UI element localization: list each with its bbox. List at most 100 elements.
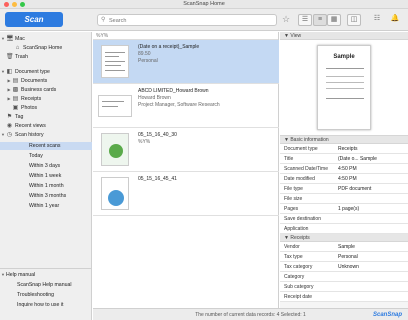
sidebar-label: Receipts bbox=[21, 96, 42, 102]
property-row[interactable]: Document type Receipts bbox=[280, 144, 408, 154]
property-value[interactable]: Personal bbox=[335, 252, 408, 261]
layout-list-icon[interactable]: ☰ bbox=[298, 14, 312, 26]
property-value[interactable] bbox=[335, 272, 408, 281]
property-value[interactable]: PDF document bbox=[335, 184, 408, 193]
sidebar-item-help-manual[interactable]: ▼Help manual bbox=[0, 271, 35, 279]
tag-icon: ⚑ bbox=[6, 114, 13, 120]
info-icon[interactable]: ☷ bbox=[370, 14, 384, 26]
computer-icon: 🖥 bbox=[6, 36, 14, 42]
property-row[interactable]: File type PDF document bbox=[280, 184, 408, 194]
sidebar-label: ScanSnap Home bbox=[23, 45, 63, 51]
search-input[interactable] bbox=[109, 16, 269, 25]
basic-info-section-header[interactable]: ▼ Basic information bbox=[280, 136, 408, 144]
document-icon: ▤ bbox=[12, 78, 19, 84]
sidebar-item-recent-scans[interactable]: Recent scans bbox=[0, 142, 92, 150]
favorite-icon[interactable]: ☆ bbox=[282, 14, 290, 25]
property-value[interactable]: 1 page(s) bbox=[335, 204, 408, 213]
sidebar-label: Tag bbox=[15, 114, 24, 120]
property-value[interactable]: 4:50 PM bbox=[335, 174, 408, 183]
sidebar-label: Documents bbox=[21, 78, 48, 84]
property-value[interactable]: (Date o... Sample bbox=[335, 154, 408, 163]
section-title: Receipts bbox=[290, 235, 310, 241]
list-item-text: ABCD LIMITED_Howard Brown Howard Brown P… bbox=[138, 88, 220, 109]
preview-title: Sample bbox=[333, 54, 355, 60]
sidebar-item-mac[interactable]: ▼🖥Mac bbox=[0, 35, 25, 43]
property-value[interactable] bbox=[335, 282, 408, 291]
sidebar-item-trash[interactable]: 🗑Trash bbox=[6, 53, 28, 61]
content-list: %Y% (Date on a receipt)_Sample 89.50 Per… bbox=[93, 32, 279, 308]
sidebar-item-within-1-week[interactable]: Within 1 week bbox=[29, 172, 61, 180]
sidebar-item-business-cards[interactable]: ▶ ▩ Business cards bbox=[6, 86, 56, 94]
scan-button[interactable]: Scan bbox=[5, 12, 63, 27]
property-value[interactable]: 4:50 PM bbox=[335, 164, 408, 173]
property-value[interactable] bbox=[335, 292, 408, 301]
preview-document[interactable]: Sample bbox=[317, 45, 371, 130]
list-item-text: (Date on a receipt)_Sample 89.50 Persona… bbox=[138, 44, 199, 65]
property-row[interactable]: Pages 1 page(s) bbox=[280, 204, 408, 214]
view-section-header[interactable]: ▼ View bbox=[280, 32, 408, 40]
property-value[interactable] bbox=[335, 194, 408, 203]
property-row[interactable]: Save destination bbox=[280, 214, 408, 224]
help-section: ▼Help manual ScanSnap Help manual Troubl… bbox=[0, 268, 92, 308]
sidebar-item-today[interactable]: Today bbox=[29, 152, 43, 160]
property-row[interactable]: Date modified 4:50 PM bbox=[280, 174, 408, 184]
help-link-troubleshooting[interactable]: Troubleshooting bbox=[17, 291, 54, 299]
clock-icon: ◷ bbox=[6, 132, 13, 138]
sidebar-item-within-3-months[interactable]: Within 3 months bbox=[29, 192, 66, 200]
property-row[interactable]: File size bbox=[280, 194, 408, 204]
property-value[interactable] bbox=[335, 214, 408, 223]
sidebar-item-document-type[interactable]: ▼ ◧ Document type bbox=[0, 68, 50, 76]
property-row[interactable]: Scanned Date/Time 4:50 PM bbox=[280, 164, 408, 174]
property-value[interactable]: Unknown bbox=[335, 262, 408, 271]
sidebar-item-receipts[interactable]: ▶ ▤ Receipts bbox=[6, 95, 41, 103]
sidebar-label: Trash bbox=[15, 54, 29, 60]
property-row[interactable]: Receipt date bbox=[280, 292, 408, 302]
property-key: Application bbox=[284, 226, 309, 232]
property-key: Document type bbox=[284, 146, 318, 152]
sidebar-item-recent-views[interactable]: ◉ Recent views bbox=[6, 122, 46, 130]
home-icon: ⌂ bbox=[15, 45, 20, 51]
panel-toggle-icon[interactable]: ◫ bbox=[347, 14, 361, 26]
sidebar-item-scan-history[interactable]: ▼ ◷ Scan history bbox=[0, 131, 44, 139]
list-item-position: Project Manager, Software Research bbox=[138, 102, 220, 108]
sidebar-item-home[interactable]: ⌂ ScanSnap Home bbox=[14, 44, 63, 52]
help-link-inquire[interactable]: Inquire how to use it bbox=[17, 301, 63, 309]
layout-detail-icon[interactable]: ≡ bbox=[313, 14, 327, 26]
list-item[interactable]: ABCD LIMITED_Howard Brown Howard Brown P… bbox=[93, 84, 279, 128]
section-title: View bbox=[290, 33, 302, 39]
list-item-text: 05_15_16_40_30 %Y% bbox=[138, 132, 177, 146]
search-box[interactable]: ⚲ bbox=[97, 14, 277, 26]
list-item-text: 05_15_16_45_41 bbox=[138, 176, 177, 183]
sidebar-item-within-1-month[interactable]: Within 1 month bbox=[29, 182, 64, 190]
property-key: Scanned Date/Time bbox=[284, 166, 329, 172]
sidebar-item-documents[interactable]: ▶ ▤ Documents bbox=[6, 77, 47, 85]
receipts-section-header[interactable]: ▼ Receipts bbox=[280, 234, 408, 242]
notification-bell-icon[interactable]: 🔔 bbox=[388, 14, 402, 26]
help-link-manual[interactable]: ScanSnap Help manual bbox=[17, 281, 72, 289]
property-value[interactable] bbox=[335, 224, 408, 233]
property-key: Sub category bbox=[284, 284, 314, 290]
list-item-subtitle: %Y% bbox=[138, 139, 151, 145]
list-item[interactable]: 05_15_16_40_30 %Y% bbox=[93, 128, 279, 172]
sidebar-item-within-3-days[interactable]: Within 3 days bbox=[29, 162, 60, 170]
property-row[interactable]: Title (Date o... Sample bbox=[280, 154, 408, 164]
property-value[interactable]: Sample bbox=[335, 242, 408, 251]
list-item-contact-name: Howard Brown bbox=[138, 95, 171, 101]
sidebar-item-tag[interactable]: ⚑ Tag bbox=[6, 113, 24, 121]
property-key: Category bbox=[284, 274, 305, 280]
property-row[interactable]: Application bbox=[280, 224, 408, 234]
property-row[interactable]: Tax category Unknown bbox=[280, 262, 408, 272]
property-value[interactable]: Receipts bbox=[335, 144, 408, 153]
property-row[interactable]: Category bbox=[280, 272, 408, 282]
list-item[interactable]: (Date on a receipt)_Sample 89.50 Persona… bbox=[93, 40, 279, 84]
property-row[interactable]: Sub category bbox=[280, 282, 408, 292]
toolbar: Scan ⚲ ☆ ☰ ≡ ▦ ◫ ☷ 🔔 bbox=[0, 9, 408, 31]
sidebar-item-photos[interactable]: ▣ Photos bbox=[12, 104, 38, 112]
sidebar-item-within-1-year[interactable]: Within 1 year bbox=[29, 202, 59, 210]
receipt-thumbnail bbox=[101, 45, 129, 78]
property-row[interactable]: Tax type Personal bbox=[280, 252, 408, 262]
list-item[interactable]: 05_15_16_45_41 bbox=[93, 172, 279, 216]
layout-thumbnail-icon[interactable]: ▦ bbox=[327, 14, 341, 26]
list-item-tax-type: Personal bbox=[138, 58, 158, 64]
property-row[interactable]: Vendor Sample bbox=[280, 242, 408, 252]
